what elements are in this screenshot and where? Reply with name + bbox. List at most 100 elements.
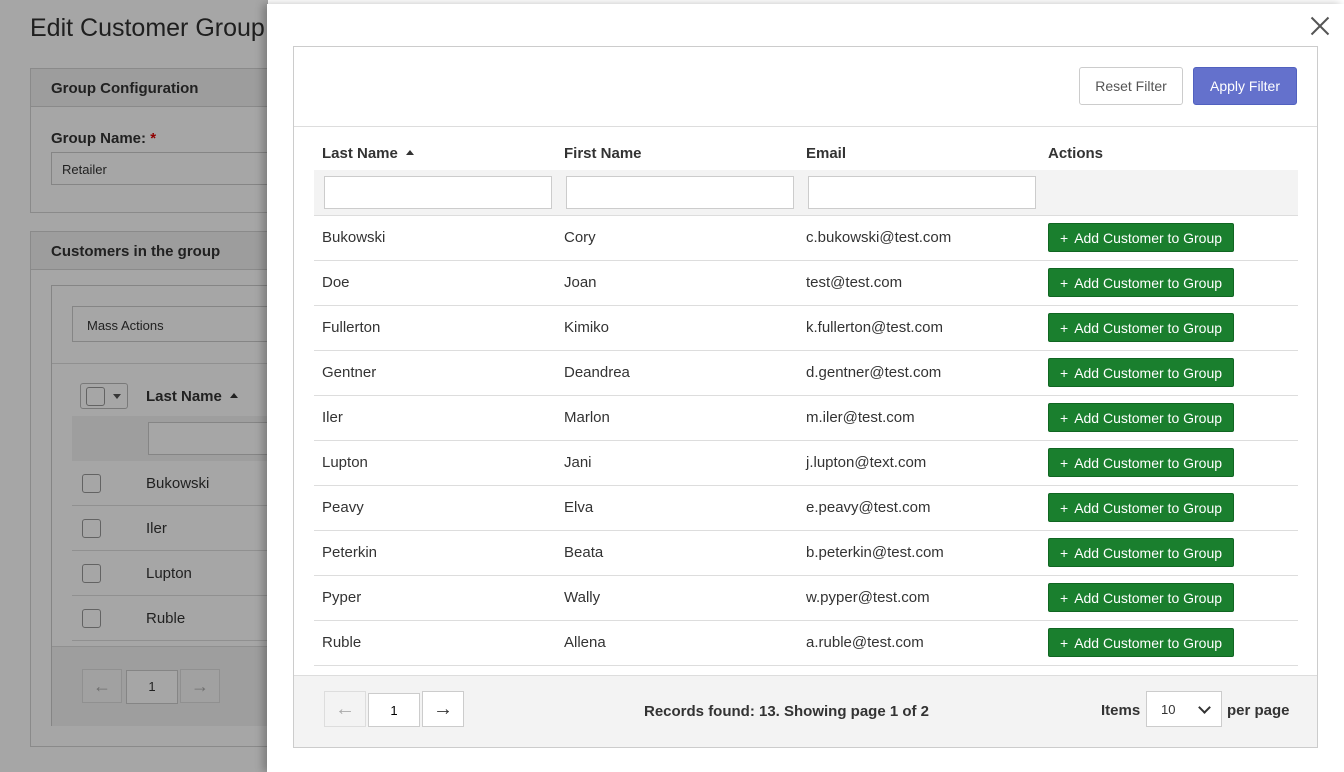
add-customer-label: Add Customer to Group xyxy=(1074,454,1223,471)
actions-cell: + Add Customer to Group xyxy=(1040,440,1298,486)
actions-cell: + Add Customer to Group xyxy=(1040,350,1298,396)
actions-cell: + Add Customer to Group xyxy=(1040,530,1298,576)
add-customer-label: Add Customer to Group xyxy=(1074,364,1223,381)
email-cell: c.bukowski@test.com xyxy=(798,215,1040,261)
actions-cell: + Add Customer to Group xyxy=(1040,215,1298,261)
modal-overlay[interactable] xyxy=(0,0,268,772)
reset-filter-button[interactable]: Reset Filter xyxy=(1079,67,1183,105)
add-customer-to-group-button[interactable]: + Add Customer to Group xyxy=(1048,628,1234,657)
email-cell: e.peavy@test.com xyxy=(798,485,1040,531)
plus-icon: + xyxy=(1060,229,1069,246)
column-header-first-name[interactable]: First Name xyxy=(556,137,798,170)
plus-icon: + xyxy=(1060,589,1069,606)
table-row: Gentner Deandrea d.gentner@test.com + Add Cu… xyxy=(314,350,1298,396)
chevron-down-icon xyxy=(1198,701,1211,714)
plus-icon: + xyxy=(1060,499,1069,516)
table-row: Peterkin Beata b.peterkin@test.com + Add Cus… xyxy=(314,530,1298,576)
per-page-label: per page xyxy=(1227,702,1290,719)
table-header-row: Last Name First Name Email Actions xyxy=(314,137,1298,170)
last-name-cell: Pyper xyxy=(314,575,556,621)
add-customer-label: Add Customer to Group xyxy=(1074,499,1223,516)
add-customer-to-group-button[interactable]: + Add Customer to Group xyxy=(1048,538,1234,567)
add-customer-to-group-button[interactable]: + Add Customer to Group xyxy=(1048,403,1234,432)
add-customer-label: Add Customer to Group xyxy=(1074,409,1223,426)
last-name-cell: Peavy xyxy=(314,485,556,531)
customer-search-grid: Reset Filter Apply Filter Last Name Firs… xyxy=(293,46,1318,748)
add-customer-to-group-button[interactable]: + Add Customer to Group xyxy=(1048,313,1234,342)
next-page-button[interactable]: → xyxy=(422,691,464,727)
add-customer-to-group-button[interactable]: + Add Customer to Group xyxy=(1048,583,1234,612)
add-customer-label: Add Customer to Group xyxy=(1074,274,1223,291)
email-cell: b.peterkin@test.com xyxy=(798,530,1040,576)
last-name-cell: Ruble xyxy=(314,620,556,666)
plus-icon: + xyxy=(1060,364,1069,381)
table-row: Fullerton Kimiko k.fullerton@test.com + Add … xyxy=(314,305,1298,351)
filter-row xyxy=(314,170,1298,216)
items-per-page-value: 10 xyxy=(1161,702,1176,717)
first-name-cell: Elva xyxy=(556,485,798,531)
last-name-cell: Doe xyxy=(314,260,556,306)
add-customer-label: Add Customer to Group xyxy=(1074,589,1223,606)
first-name-cell: Beata xyxy=(556,530,798,576)
first-name-cell: Marlon xyxy=(556,395,798,441)
add-customer-to-group-button[interactable]: + Add Customer to Group xyxy=(1048,223,1234,252)
email-cell: j.lupton@text.com xyxy=(798,440,1040,486)
plus-icon: + xyxy=(1060,544,1069,561)
table-row: Bukowski Cory c.bukowski@test.com + Add Cust… xyxy=(314,215,1298,261)
email-cell: a.ruble@test.com xyxy=(798,620,1040,666)
page-number-input[interactable] xyxy=(368,693,420,727)
actions-cell: + Add Customer to Group xyxy=(1040,620,1298,666)
items-label: Items xyxy=(1101,702,1141,719)
add-customer-label: Add Customer to Group xyxy=(1074,319,1223,336)
apply-filter-button[interactable]: Apply Filter xyxy=(1193,67,1297,105)
last-name-cell: Iler xyxy=(314,395,556,441)
add-customer-label: Add Customer to Group xyxy=(1074,229,1223,246)
table-row: Peavy Elva e.peavy@test.com + Add Customer t… xyxy=(314,485,1298,531)
column-header-label: Last Name xyxy=(322,145,398,162)
email-cell: test@test.com xyxy=(798,260,1040,306)
records-found-text: Records found: 13. Showing page 1 of 2 xyxy=(644,703,930,720)
sort-asc-icon xyxy=(405,150,414,155)
first-name-filter-input[interactable] xyxy=(566,175,794,209)
table-row: Ruble Allena a.ruble@test.com + Add Customer… xyxy=(314,620,1298,666)
add-customer-to-group-button[interactable]: + Add Customer to Group xyxy=(1048,358,1234,387)
close-icon[interactable] xyxy=(1308,14,1332,38)
first-name-cell: Wally xyxy=(556,575,798,621)
last-name-filter-input[interactable] xyxy=(324,175,552,209)
add-customer-modal: Reset Filter Apply Filter Last Name Firs… xyxy=(267,4,1344,772)
last-name-cell: Fullerton xyxy=(314,305,556,351)
actions-cell: + Add Customer to Group xyxy=(1040,260,1298,306)
plus-icon: + xyxy=(1060,274,1069,291)
items-per-page-select[interactable]: 10 xyxy=(1146,691,1222,727)
add-customer-to-group-button[interactable]: + Add Customer to Group xyxy=(1048,448,1234,477)
first-name-cell: Kimiko xyxy=(556,305,798,351)
table-row: Iler Marlon m.iler@test.com + Add Customer t… xyxy=(314,395,1298,441)
add-customer-to-group-button[interactable]: + Add Customer to Group xyxy=(1048,493,1234,522)
customers-table: Last Name First Name Email Actions Bukow… xyxy=(314,137,1298,666)
email-cell: m.iler@test.com xyxy=(798,395,1040,441)
first-name-cell: Jani xyxy=(556,440,798,486)
add-customer-to-group-button[interactable]: + Add Customer to Group xyxy=(1048,268,1234,297)
first-name-cell: Deandrea xyxy=(556,350,798,396)
actions-cell: + Add Customer to Group xyxy=(1040,485,1298,531)
email-cell: k.fullerton@test.com xyxy=(798,305,1040,351)
first-name-cell: Cory xyxy=(556,215,798,261)
first-name-cell: Joan xyxy=(556,260,798,306)
email-cell: w.pyper@test.com xyxy=(798,575,1040,621)
last-name-cell: Peterkin xyxy=(314,530,556,576)
email-cell: d.gentner@test.com xyxy=(798,350,1040,396)
add-customer-label: Add Customer to Group xyxy=(1074,634,1223,651)
last-name-cell: Gentner xyxy=(314,350,556,396)
prev-page-button[interactable]: ← xyxy=(324,691,366,727)
actions-cell: + Add Customer to Group xyxy=(1040,305,1298,351)
email-filter-input[interactable] xyxy=(808,175,1036,209)
actions-filter-cell xyxy=(1040,170,1298,216)
last-name-cell: Bukowski xyxy=(314,215,556,261)
plus-icon: + xyxy=(1060,454,1069,471)
last-name-cell: Lupton xyxy=(314,440,556,486)
column-header-email[interactable]: Email xyxy=(798,137,1040,170)
actions-cell: + Add Customer to Group xyxy=(1040,395,1298,441)
plus-icon: + xyxy=(1060,409,1069,426)
column-header-last-name[interactable]: Last Name xyxy=(314,137,556,170)
pagination-footer: ← → Records found: 13. Showing page 1 of… xyxy=(294,675,1317,747)
